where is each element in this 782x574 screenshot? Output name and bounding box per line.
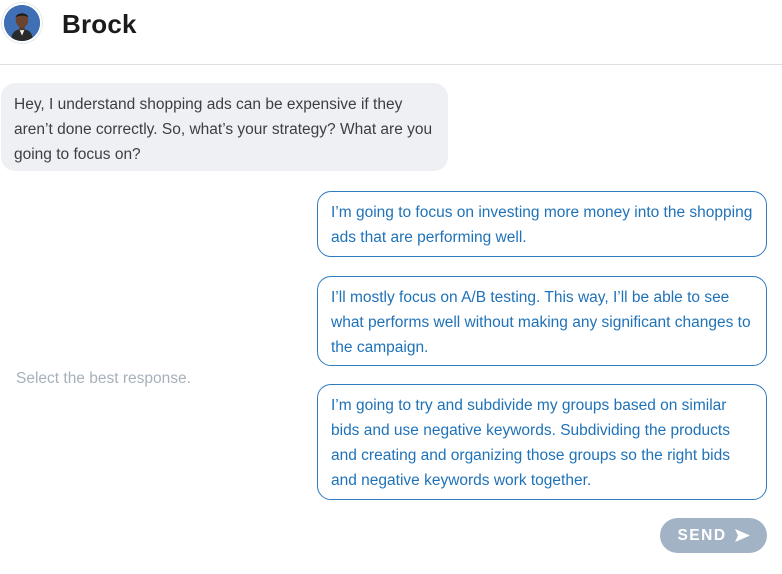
send-arrow-icon [734, 529, 750, 542]
response-option-2[interactable]: I’ll mostly focus on A/B testing. This w… [317, 276, 767, 366]
select-prompt: Select the best response. [16, 370, 191, 387]
response-option-3[interactable]: I’m going to try and subdivide my groups… [317, 384, 767, 500]
bot-message-bubble: Hey, I understand shopping ads can be ex… [1, 83, 448, 171]
chat-header: Brock [0, 0, 782, 65]
send-button-label: SEND [677, 526, 727, 544]
chat-page: Brock Hey, I understand shopping ads can… [0, 0, 782, 574]
response-option-1[interactable]: I’m going to focus on investing more mon… [317, 191, 767, 257]
person-avatar-icon [4, 5, 40, 41]
contact-name: Brock [62, 9, 137, 39]
send-button[interactable]: SEND [660, 518, 767, 553]
avatar [2, 3, 42, 43]
